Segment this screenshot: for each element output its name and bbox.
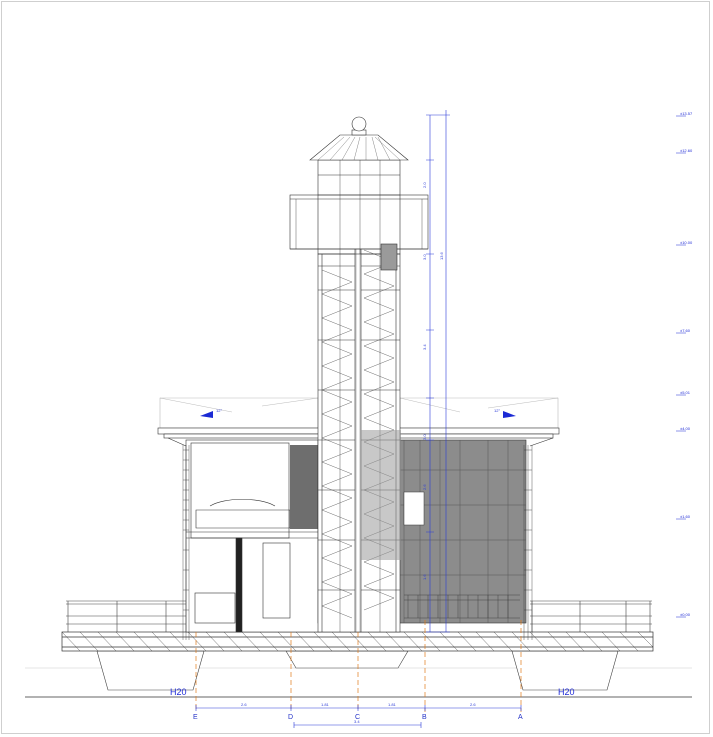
tower-shaft (317, 211, 401, 633)
grid-label-a: A (518, 714, 523, 721)
roof-slope-right: 12° (494, 408, 500, 413)
roof-slope-left: 12° (216, 408, 222, 413)
grid-dim-dc: 1.81 (321, 702, 330, 707)
grid-dim-ed: 2.6 (241, 702, 247, 707)
pontoon-label-left: H20 (170, 687, 187, 697)
vdim-total: 13.6 (439, 251, 444, 260)
vdim-6: 1.6 (422, 574, 427, 580)
elevation-drawing: 12° 12° 2.0 3.0 3.4 3.0 2.6 1.6 13.6 ±13… (25, 110, 693, 728)
level-1000: ±10.00 (680, 240, 693, 245)
vdim-1: 2.0 (422, 182, 427, 188)
vdim-4: 3.0 (422, 434, 427, 440)
level-markers: ±13.57 ±12.60 ±10.00 ±7.60 ±5.01 ±4.00 ±… (680, 111, 693, 617)
pontoon-label-right: H20 (558, 687, 575, 697)
vdim-3: 3.4 (422, 344, 427, 350)
pavilion-left (182, 439, 321, 640)
level-160: ±1.60 (680, 514, 691, 519)
base-deck (61, 631, 654, 652)
grid-label-b: B (422, 714, 427, 721)
vdim-2: 3.0 (422, 254, 427, 260)
railing-left (66, 600, 195, 632)
pontoon-left (96, 650, 205, 691)
grid-label-c: C (355, 714, 360, 721)
grid-label-d: D (288, 714, 293, 721)
grid-labels: E D C B A (193, 714, 523, 721)
pontoon-right (511, 650, 619, 691)
vdim-5: 2.6 (422, 484, 427, 490)
level-marker-lines (676, 115, 686, 618)
level-000: ±0.00 (680, 612, 691, 617)
stair-shade (361, 430, 401, 560)
level-760: ±7.60 (680, 328, 691, 333)
level-1260: ±12.60 (680, 148, 693, 153)
level-1357: ±13.57 (680, 111, 693, 116)
grid-label-e: E (193, 714, 198, 721)
level-501: ±5.01 (680, 390, 691, 395)
tower-roof (309, 116, 409, 161)
drawing-sheet: 12° 12° 2.0 3.0 3.4 3.0 2.6 1.6 13.6 ±13… (0, 0, 713, 737)
grid-dim-ba: 2.6 (470, 702, 476, 707)
railing-right (530, 600, 652, 632)
level-400: ±4.00 (680, 426, 691, 431)
pontoon-center (285, 650, 409, 669)
grid-dim-cb: 1.81 (388, 702, 397, 707)
